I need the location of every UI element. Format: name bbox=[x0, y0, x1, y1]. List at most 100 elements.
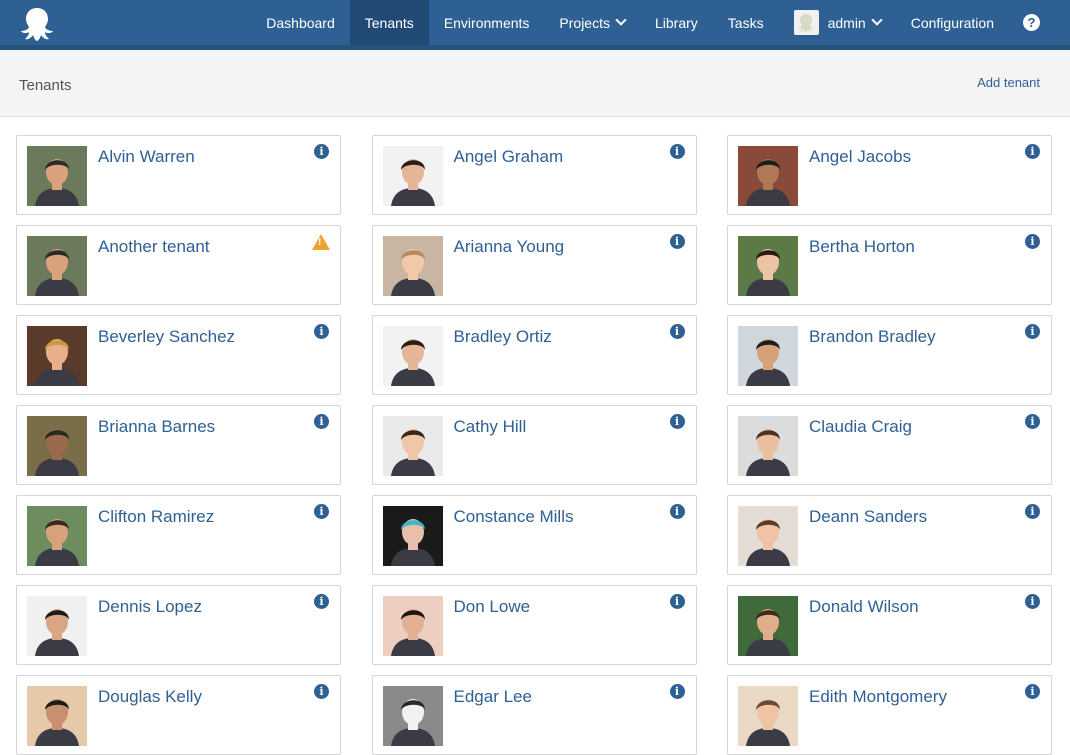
info-icon[interactable]: i bbox=[314, 324, 330, 340]
page-title: Tenants bbox=[19, 77, 72, 94]
user-menu[interactable]: admin bbox=[779, 0, 896, 45]
tenant-avatar bbox=[27, 146, 87, 206]
tenant-name[interactable]: Edgar Lee bbox=[454, 687, 532, 707]
tenant-avatar bbox=[738, 416, 798, 476]
tenant-card[interactable]: Constance Mills i bbox=[371, 495, 697, 575]
avatar bbox=[793, 10, 819, 35]
info-icon[interactable]: i bbox=[1025, 234, 1041, 250]
warning-icon[interactable]: ! bbox=[312, 234, 330, 250]
tenant-name[interactable]: Dennis Lopez bbox=[98, 597, 202, 617]
tenant-card[interactable]: Clifton Ramirez i bbox=[16, 495, 341, 575]
tenant-name[interactable]: Constance Mills bbox=[454, 507, 574, 527]
tenant-avatar bbox=[382, 596, 443, 656]
tenant-avatar bbox=[738, 146, 798, 206]
tenant-card[interactable]: Edith Montgomery i bbox=[727, 675, 1052, 755]
tenant-card[interactable]: Another tenant! bbox=[16, 225, 341, 305]
info-icon[interactable]: i bbox=[669, 504, 686, 520]
nav-projects[interactable]: Projects bbox=[544, 0, 640, 45]
tenant-card[interactable]: Brianna Barnes i bbox=[16, 405, 341, 485]
tenant-card[interactable]: Bertha Horton i bbox=[727, 225, 1052, 305]
tenant-card[interactable]: Edgar Lee i bbox=[371, 675, 697, 755]
tenant-avatar bbox=[27, 326, 87, 386]
tenant-card[interactable]: Claudia Craig i bbox=[727, 405, 1052, 485]
nav-dashboard[interactable]: Dashboard bbox=[251, 0, 350, 45]
tenant-avatar bbox=[27, 686, 87, 746]
tenant-name[interactable]: Angel Jacobs bbox=[809, 147, 911, 167]
tenant-card[interactable]: Cathy Hill i bbox=[371, 405, 697, 485]
nav-tasks-label: Tasks bbox=[727, 14, 764, 31]
tenant-card[interactable]: Don Lowe i bbox=[371, 585, 697, 665]
tenant-card[interactable]: Arianna Young i bbox=[371, 225, 697, 305]
nav-environments-label: Environments bbox=[443, 14, 530, 31]
info-icon[interactable]: i bbox=[1025, 144, 1041, 160]
user-name: admin bbox=[827, 14, 866, 31]
nav-configuration[interactable]: Configuration bbox=[896, 0, 1009, 45]
tenant-avatar bbox=[382, 686, 443, 746]
nav-projects-label: Projects bbox=[559, 14, 610, 31]
nav-environments[interactable]: Environments bbox=[429, 0, 545, 45]
tenant-card[interactable]: Brandon Bradley i bbox=[727, 315, 1052, 395]
nav-library[interactable]: Library bbox=[640, 0, 713, 45]
nav-tasks[interactable]: Tasks bbox=[713, 0, 779, 45]
tenant-name[interactable]: Arianna Young bbox=[454, 237, 565, 257]
info-icon[interactable]: i bbox=[314, 144, 330, 160]
tenant-avatar bbox=[382, 146, 443, 206]
info-icon[interactable]: i bbox=[1025, 504, 1041, 520]
tenant-card[interactable]: Beverley Sanchez i bbox=[16, 315, 341, 395]
tenant-avatar bbox=[738, 326, 798, 386]
info-icon[interactable]: i bbox=[1025, 324, 1041, 340]
tenant-avatar bbox=[738, 686, 798, 746]
tenant-name[interactable]: Edith Montgomery bbox=[809, 687, 947, 707]
tenant-avatar bbox=[382, 236, 443, 296]
nav-tenants[interactable]: Tenants bbox=[349, 0, 429, 45]
nav-help[interactable]: ? bbox=[1009, 0, 1070, 45]
info-icon[interactable]: i bbox=[314, 684, 330, 700]
tenant-avatar bbox=[382, 506, 443, 566]
info-icon[interactable]: i bbox=[1025, 594, 1041, 610]
nav-dashboard-label: Dashboard bbox=[266, 14, 335, 31]
tenant-name[interactable]: Douglas Kelly bbox=[98, 687, 202, 707]
info-icon[interactable]: i bbox=[314, 594, 330, 610]
tenant-avatar bbox=[27, 596, 87, 656]
tenant-name[interactable]: Brandon Bradley bbox=[809, 327, 936, 347]
info-icon[interactable]: i bbox=[314, 504, 330, 520]
nav-tenants-label: Tenants bbox=[364, 14, 414, 31]
tenant-name[interactable]: Bradley Ortiz bbox=[454, 327, 552, 347]
info-icon[interactable]: i bbox=[669, 414, 686, 430]
info-icon[interactable]: i bbox=[669, 594, 686, 610]
tenant-card[interactable]: Angel Graham i bbox=[371, 135, 697, 215]
tenant-avatar bbox=[382, 326, 443, 386]
tenant-name[interactable]: Beverley Sanchez bbox=[98, 327, 235, 347]
tenant-card[interactable]: Deann Sanders i bbox=[727, 495, 1052, 575]
info-icon[interactable]: i bbox=[669, 324, 686, 340]
tenant-name[interactable]: Donald Wilson bbox=[809, 597, 919, 617]
nav-configuration-label: Configuration bbox=[910, 14, 994, 31]
tenant-card[interactable]: Donald Wilson i bbox=[727, 585, 1052, 665]
tenant-name[interactable]: Brianna Barnes bbox=[98, 417, 215, 437]
tenant-name[interactable]: Don Lowe bbox=[454, 597, 531, 617]
tenant-name[interactable]: Clifton Ramirez bbox=[98, 507, 214, 527]
info-icon[interactable]: i bbox=[1025, 684, 1041, 700]
tenant-name[interactable]: Alvin Warren bbox=[98, 147, 195, 167]
tenant-name[interactable]: Angel Graham bbox=[454, 147, 564, 167]
info-icon[interactable]: i bbox=[669, 234, 686, 250]
add-tenant-link[interactable]: Add tenant bbox=[977, 75, 1040, 90]
tenant-name[interactable]: Cathy Hill bbox=[454, 417, 527, 437]
info-icon[interactable]: i bbox=[669, 144, 686, 160]
tenant-avatar bbox=[27, 236, 87, 296]
tenant-name[interactable]: Deann Sanders bbox=[809, 507, 927, 527]
info-icon[interactable]: i bbox=[1025, 414, 1041, 430]
info-icon[interactable]: i bbox=[669, 684, 686, 700]
octopus-logo-icon[interactable] bbox=[18, 6, 56, 42]
tenant-card[interactable]: Dennis Lopez i bbox=[16, 585, 341, 665]
tenant-name[interactable]: Bertha Horton bbox=[809, 237, 915, 257]
info-icon[interactable]: i bbox=[314, 414, 330, 430]
nav-library-label: Library bbox=[654, 14, 698, 31]
tenant-name[interactable]: Claudia Craig bbox=[809, 417, 912, 437]
tenant-card[interactable]: Douglas Kelly i bbox=[16, 675, 341, 755]
tenant-card[interactable]: Angel Jacobs i bbox=[727, 135, 1052, 215]
tenant-card[interactable]: Bradley Ortiz i bbox=[371, 315, 697, 395]
tenant-name[interactable]: Another tenant bbox=[98, 237, 210, 257]
tenant-avatar bbox=[738, 596, 798, 656]
tenant-card[interactable]: Alvin Warren i bbox=[16, 135, 341, 215]
